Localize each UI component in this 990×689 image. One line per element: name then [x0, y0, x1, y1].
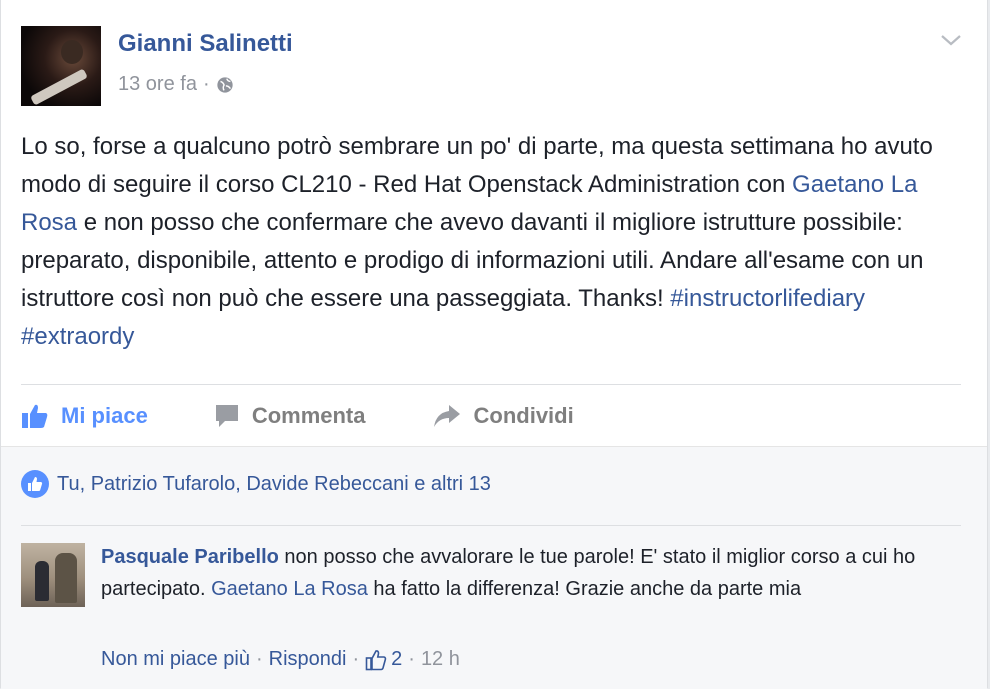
comment-bubble-icon: [215, 405, 238, 427]
meta-separator: ·: [202, 73, 210, 95]
post-card: Gianni Salinetti 13 ore fa · Lo so, fors…: [0, 0, 988, 689]
divider: [21, 525, 961, 526]
comment-author[interactable]: Pasquale Paribello: [101, 546, 279, 568]
separator: ·: [255, 648, 263, 670]
comment-body: Pasquale Paribello non posso che avvalor…: [101, 541, 961, 605]
unlike-link[interactable]: Non mi piace più: [101, 648, 250, 671]
like-label: Mi piace: [61, 403, 148, 428]
comment-button[interactable]: Commenta: [214, 403, 366, 429]
post-meta: 13 ore fa ·: [118, 73, 234, 96]
likes-text[interactable]: Tu, Patrizio Tufarolo, Davide Rebeccani …: [57, 473, 491, 496]
comment-label: Commenta: [251, 403, 366, 428]
share-label: Condividi: [473, 403, 574, 428]
comment-like-count[interactable]: 2: [365, 648, 402, 671]
comment-timestamp[interactable]: 12 h: [421, 648, 460, 671]
like-count: 2: [391, 648, 403, 670]
chevron-down-icon[interactable]: [939, 32, 963, 48]
hashtag-link[interactable]: #instructorlifediary: [670, 285, 865, 312]
commenter-avatar[interactable]: [21, 543, 85, 607]
comment-actions: Non mi piace più · Rispondi · 2 · 12 h: [101, 648, 460, 671]
share-button[interactable]: Condividi: [432, 403, 574, 429]
comment-text-part: ha fatto la differenza! Grazie anche da …: [367, 578, 802, 600]
post-body: Lo so, forse a qualcuno potrò sembrare u…: [21, 128, 971, 356]
hashtag-link[interactable]: #extraordy: [21, 323, 134, 350]
like-badge-icon: [21, 470, 49, 498]
post-actions: Mi piace Commenta Condividi: [21, 396, 640, 436]
author-name[interactable]: Gianni Salinetti: [118, 30, 293, 58]
author-avatar[interactable]: [21, 26, 101, 106]
separator: ·: [352, 648, 360, 670]
likes-summary[interactable]: Tu, Patrizio Tufarolo, Davide Rebeccani …: [21, 470, 491, 498]
like-button[interactable]: Mi piace: [21, 403, 148, 429]
share-arrow-icon: [433, 405, 460, 427]
reply-link[interactable]: Rispondi: [269, 648, 347, 671]
globe-icon[interactable]: [216, 76, 234, 94]
thumbs-up-outline-icon: [365, 649, 387, 670]
thumbs-up-icon: [22, 404, 48, 428]
post-timestamp[interactable]: 13 ore fa: [118, 73, 197, 96]
mention-link[interactable]: Gaetano La Rosa: [211, 578, 368, 600]
divider: [21, 384, 961, 385]
separator: ·: [408, 648, 415, 670]
